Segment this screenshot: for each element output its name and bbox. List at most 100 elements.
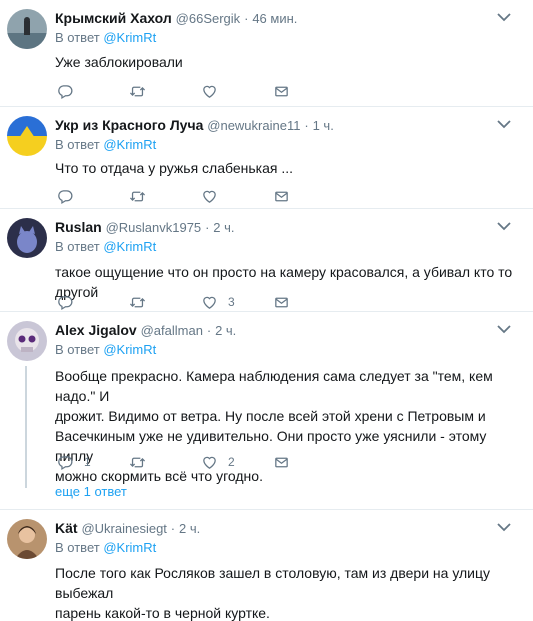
author-name[interactable]: Укр из Красного Луча [55,117,203,133]
timestamp[interactable]: 46 мин. [252,11,297,26]
tweet-text-line: Вообще прекрасно. Камера наблюдения сама… [55,368,493,404]
timestamp[interactable]: 2 ч. [179,521,200,536]
author-handle[interactable]: @afallman [141,323,203,338]
show-more-replies-link[interactable]: еще 1 ответ [55,484,127,499]
reply-count: 1 [84,455,91,469]
reply-handle-link[interactable]: @KrimRt [103,137,156,152]
direct-message-button[interactable] [273,81,290,101]
tweet-4[interactable]: Alex Jigalov @afallman · 2 ч. В ответ @K… [0,312,533,510]
tweet-5[interactable]: Kät @Ukrainesiegt · 2 ч. В ответ @KrimRt… [0,510,533,621]
like-button[interactable] [201,81,228,101]
author-handle[interactable]: @Ukrainesiegt [81,521,166,536]
separator: · [205,220,210,235]
chevron-down-icon[interactable] [497,119,511,129]
reply-button[interactable]: 1 [57,452,91,472]
chevron-down-icon[interactable] [497,522,511,532]
retweet-icon [129,191,146,201]
retweet-button[interactable] [129,292,146,312]
reply-context: В ответ @KrimRt [55,136,156,154]
reply-button[interactable] [57,186,84,206]
direct-message-button[interactable] [273,186,290,206]
reply-prefix: В ответ [55,342,100,357]
reply-handle-link[interactable]: @KrimRt [103,540,156,555]
tweet-actions: 3 [55,292,355,312]
reply-icon [58,84,73,99]
separator: · [304,118,309,133]
retweet-icon [129,86,146,96]
timestamp[interactable]: 2 ч. [215,323,236,338]
separator: · [244,11,249,26]
author-name[interactable]: Крымский Хахол [55,10,172,26]
direct-message-button[interactable] [273,292,290,312]
reply-context: В ответ @KrimRt [55,29,156,47]
author-name[interactable]: Ruslan [55,219,102,235]
retweet-button[interactable] [129,186,146,206]
like-button[interactable]: 3 [201,292,235,312]
tweet-3[interactable]: Ruslan @Ruslanvk1975 · 2 ч. В ответ @Kri… [0,209,533,312]
avatar[interactable] [7,519,47,559]
avatar[interactable] [7,218,47,258]
reply-prefix: В ответ [55,30,100,45]
separator: · [170,521,176,536]
tweet-text-line: парень какой-то в черной куртке. [55,605,270,621]
tweet-actions [55,81,355,101]
tweet-text-line: После того как Росляков зашел в столовую… [55,565,491,601]
tweet-actions [55,186,355,206]
retweet-icon [129,297,146,307]
timestamp[interactable]: 2 ч. [213,220,234,235]
chevron-down-icon[interactable] [497,221,511,231]
reply-handle-link[interactable]: @KrimRt [103,30,156,45]
reply-icon [58,189,73,204]
tweet-text: После того как Росляков зашел в столовую… [55,563,515,621]
retweet-button[interactable] [129,81,146,101]
reply-handle-link[interactable]: @KrimRt [103,342,156,357]
tweet-text-line: Что то отдача у ружья слабенькая ... [55,160,294,176]
reply-prefix: В ответ [55,239,100,254]
heart-icon [203,190,216,203]
chevron-down-icon[interactable] [497,324,511,334]
tweet-text-line: Уже заблокировали [55,54,183,70]
like-count: 3 [228,295,235,309]
avatar[interactable] [7,321,47,361]
thread-line [25,366,27,488]
like-count: 2 [228,455,235,469]
tweet-text-line: дрожит. Видимо от ветра. Ну после всей э… [55,408,486,424]
author-name[interactable]: Kät [55,520,78,536]
heart-icon [203,85,216,98]
author-handle[interactable]: @newukraine11 [207,118,300,133]
author-handle[interactable]: @66Sergik [176,11,241,26]
like-button[interactable] [201,186,228,206]
reply-icon [58,455,73,470]
envelope-icon [275,191,288,201]
avatar[interactable] [7,9,47,49]
author-handle[interactable]: @Ruslanvk1975 [106,220,202,235]
reply-prefix: В ответ [55,540,100,555]
timestamp[interactable]: 1 ч. [313,118,334,133]
avatar[interactable] [7,116,47,156]
separator: · [206,323,212,338]
like-button[interactable]: 2 [201,452,235,472]
reply-context: В ответ @KrimRt [55,341,156,359]
reply-button[interactable] [57,292,84,312]
reply-button[interactable] [57,81,84,101]
tweet-actions: 1 2 [55,452,355,472]
envelope-icon [275,297,288,307]
heart-icon [203,456,216,469]
envelope-icon [275,86,288,96]
reply-handle-link[interactable]: @KrimRt [103,239,156,254]
author-name[interactable]: Alex Jigalov [55,322,137,338]
envelope-icon [275,457,288,467]
tweet-2[interactable]: Укр из Красного Луча @newukraine11 · 1 ч… [0,107,533,209]
retweet-button[interactable] [129,452,146,472]
heart-icon [203,296,216,309]
reply-prefix: В ответ [55,137,100,152]
reply-context: В ответ @KrimRt [55,238,156,256]
tweet-text: Уже заблокировали [55,52,515,72]
reply-context: В ответ @KrimRt [55,539,156,557]
chevron-down-icon[interactable] [497,12,511,22]
tweet-1[interactable]: Крымский Хахол @66Sergik · 46 мин. В отв… [0,0,533,107]
reply-icon [58,295,73,310]
tweet-text: Что то отдача у ружья слабенькая ... [55,158,515,178]
retweet-icon [129,457,146,467]
direct-message-button[interactable] [273,452,290,472]
